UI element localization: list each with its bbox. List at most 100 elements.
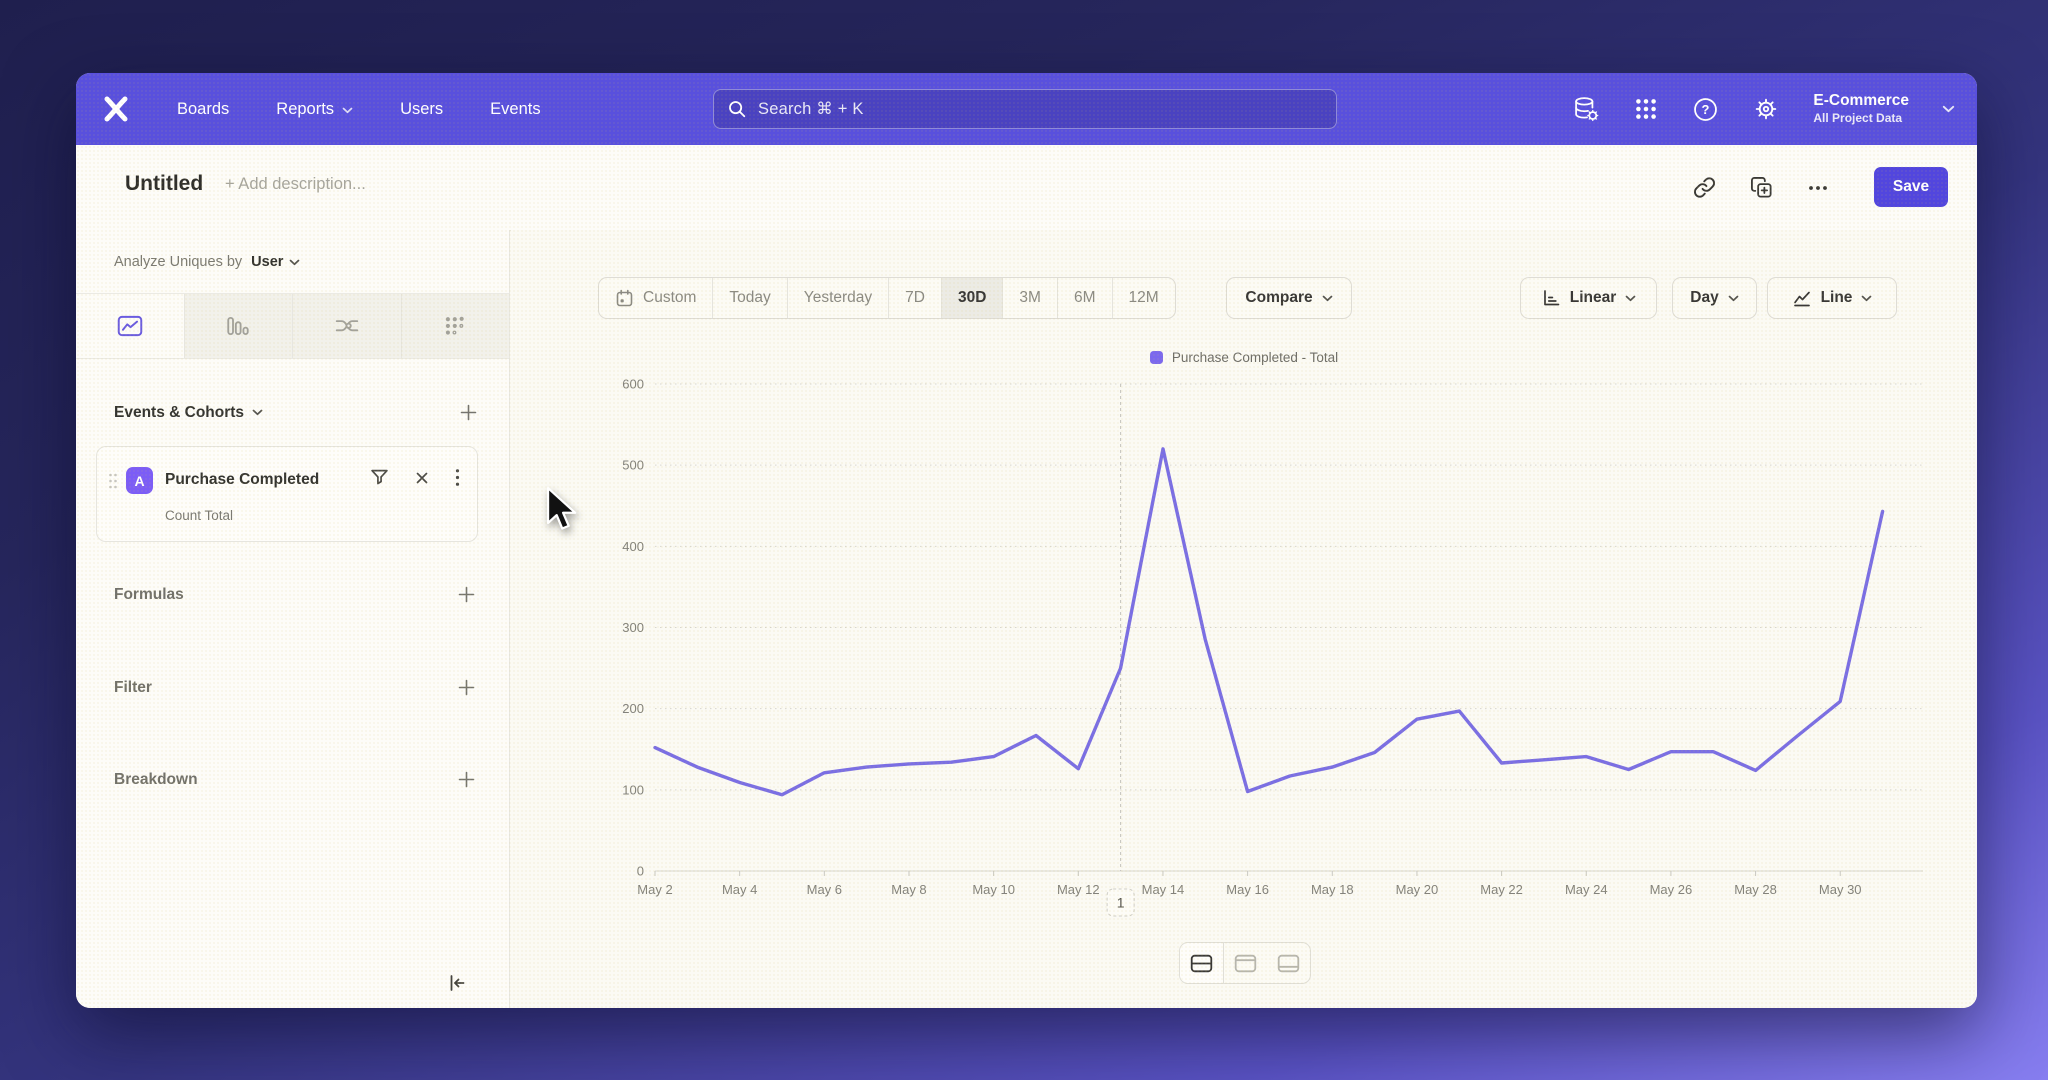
visualization-tabs [76, 293, 509, 359]
navbar: Boards Reports Users Events Search ⌘ + K [76, 73, 1977, 145]
layout-panel-top-button[interactable] [1224, 943, 1267, 983]
line-chart-icon [117, 315, 143, 337]
legend-label: Purchase Completed - Total [1172, 350, 1338, 365]
chevron-down-icon [1322, 295, 1333, 302]
project-name: E-Commerce [1813, 91, 1909, 111]
save-button[interactable]: Save [1874, 167, 1948, 207]
navbar-items: Boards Reports Users Events [177, 73, 541, 145]
chevron-down-icon [342, 107, 353, 114]
nav-item-boards[interactable]: Boards [177, 100, 229, 119]
svg-text:1: 1 [1117, 895, 1125, 911]
more-options-icon[interactable] [1807, 177, 1829, 199]
range-12m[interactable]: 12M [1113, 278, 1175, 318]
annotation-badge[interactable]: 1 [1107, 889, 1134, 916]
navbar-right: ? E-Commerce All Project Data [1572, 73, 1955, 145]
mouse-cursor [545, 486, 579, 532]
scale-dropdown[interactable]: Linear [1520, 277, 1657, 319]
add-breakdown-button[interactable] [457, 770, 476, 789]
titlebar: Untitled + Add description... [76, 145, 1977, 231]
remove-event-icon[interactable] [414, 470, 430, 486]
x-tick-label: May 8 [891, 882, 926, 897]
settings-gear-icon[interactable] [1752, 95, 1780, 123]
x-tick-label: May 14 [1142, 882, 1185, 897]
linear-axis-icon [1541, 288, 1561, 308]
chart-legend[interactable]: Purchase Completed - Total [511, 350, 1977, 365]
add-formula-button[interactable] [457, 585, 476, 604]
chevron-down-icon [289, 259, 300, 266]
range-6m[interactable]: 6M [1058, 278, 1113, 318]
add-event-button[interactable] [459, 403, 478, 422]
compare-button[interactable]: Compare [1226, 277, 1352, 319]
chart-type-dropdown[interactable]: Line [1767, 277, 1897, 319]
y-tick-label: 300 [622, 620, 644, 635]
mixpanel-logo-icon[interactable] [98, 91, 134, 127]
layout-panel-bottom-button[interactable] [1267, 943, 1310, 983]
range-7d[interactable]: 7D [889, 278, 942, 318]
x-tick-label: May 18 [1311, 882, 1354, 897]
search-input[interactable]: Search ⌘ + K [713, 89, 1337, 129]
line-chart-type-icon [1792, 288, 1812, 308]
series-line[interactable] [655, 449, 1883, 795]
range-custom[interactable]: Custom [599, 278, 713, 318]
nav-item-events[interactable]: Events [490, 100, 540, 119]
formulas-section: Formulas [114, 585, 476, 604]
project-selector[interactable]: E-Commerce All Project Data [1813, 91, 1909, 127]
nav-item-users[interactable]: Users [400, 100, 443, 119]
tab-bar-chart[interactable] [185, 294, 294, 358]
event-card[interactable]: A Purchase Completed Count Total [96, 446, 478, 542]
x-tick-label: May 6 [807, 882, 842, 897]
filter-section: Filter [114, 678, 476, 697]
layout-toggle-group [1179, 942, 1311, 984]
search-icon [727, 99, 747, 119]
y-tick-label: 500 [622, 458, 644, 473]
range-today[interactable]: Today [713, 278, 787, 318]
collapse-sidebar-icon[interactable] [447, 973, 467, 993]
x-tick-label: May 26 [1650, 882, 1693, 897]
add-filter-button[interactable] [457, 678, 476, 697]
duplicate-icon[interactable] [1750, 176, 1773, 199]
chart-panel: CustomTodayYesterday7D30D3M6M12M Compare… [511, 230, 1977, 1008]
range-30d[interactable]: 30D [942, 278, 1003, 318]
layout-split-rows-button[interactable] [1180, 943, 1224, 983]
nav-item-reports[interactable]: Reports [276, 100, 353, 119]
analyze-by-dropdown[interactable]: User [251, 254, 300, 270]
range-yesterday[interactable]: Yesterday [788, 278, 889, 318]
event-card-actions [370, 468, 460, 487]
breakdown-section: Breakdown [114, 770, 476, 789]
flow-sankey-icon [334, 315, 360, 337]
events-cohorts-toggle[interactable]: Events & Cohorts [114, 404, 263, 422]
range-3m[interactable]: 3M [1003, 278, 1058, 318]
event-name[interactable]: Purchase Completed [165, 471, 319, 489]
kebab-menu-icon[interactable] [455, 468, 460, 487]
tab-flows[interactable] [293, 294, 402, 358]
data-management-icon[interactable] [1572, 95, 1600, 123]
tab-segmentation[interactable] [402, 294, 510, 358]
chevron-down-icon [1861, 295, 1872, 302]
interval-dropdown[interactable]: Day [1672, 277, 1757, 319]
apps-grid-icon[interactable] [1633, 96, 1659, 122]
analyze-label: Analyze Uniques by [114, 254, 242, 270]
project-scope: All Project Data [1813, 111, 1909, 127]
y-tick-label: 400 [622, 539, 644, 554]
chevron-down-icon [1625, 295, 1636, 302]
tab-insights[interactable] [76, 294, 185, 358]
share-link-icon[interactable] [1693, 176, 1716, 199]
x-tick-label: May 10 [972, 882, 1015, 897]
filter-label: Filter [114, 679, 152, 697]
drag-handle-icon[interactable] [108, 472, 118, 490]
x-tick-label: May 24 [1565, 882, 1608, 897]
y-tick-label: 600 [622, 377, 644, 392]
x-tick-label: May 28 [1734, 882, 1777, 897]
query-sidebar: Analyze Uniques by User [76, 230, 510, 1008]
chart-svg[interactable]: 0100200300400500600May 2May 4May 6May 8M… [598, 370, 1940, 945]
event-metric[interactable]: Count Total [165, 508, 233, 523]
x-tick-label: May 22 [1480, 882, 1523, 897]
x-tick-label: May 12 [1057, 882, 1100, 897]
y-tick-label: 200 [622, 701, 644, 716]
app-window: Boards Reports Users Events Search ⌘ + K [76, 73, 1977, 1008]
add-description-field[interactable]: + Add description... [225, 175, 366, 194]
help-icon[interactable]: ? [1692, 96, 1719, 123]
report-title[interactable]: Untitled [125, 172, 203, 196]
filter-funnel-icon[interactable] [370, 468, 389, 487]
titlebar-actions [1693, 176, 1829, 199]
